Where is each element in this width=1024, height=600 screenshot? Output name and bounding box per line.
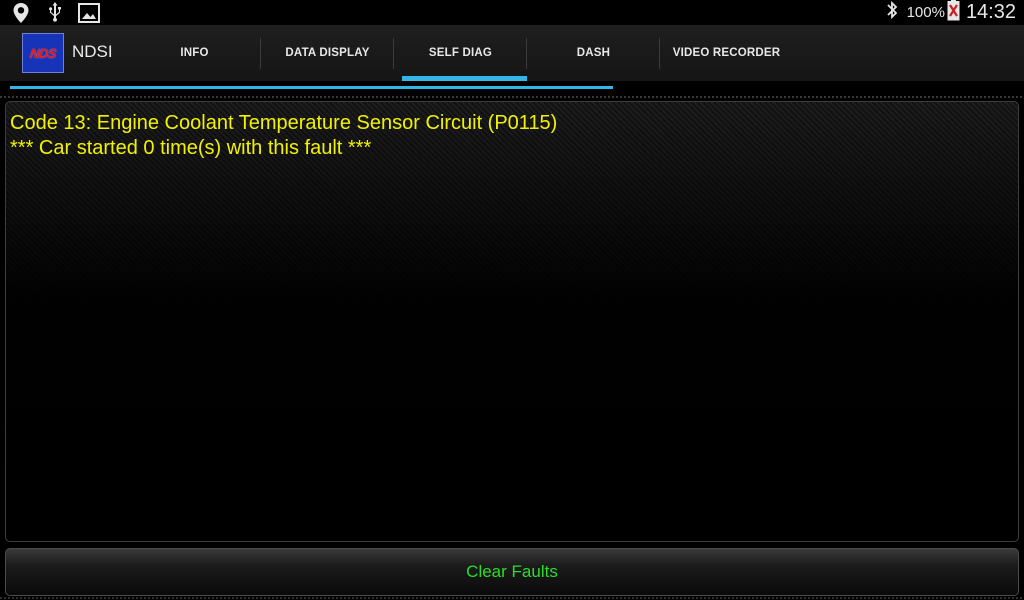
tab-data-display[interactable]: DATA DISPLAY (261, 25, 394, 81)
fault-count-line: *** Car started 0 time(s) with this faul… (10, 137, 372, 159)
tab-info[interactable]: INFO (128, 25, 261, 81)
location-icon (10, 2, 32, 23)
app-logo-text: NDS (28, 45, 58, 61)
tab-self-diag[interactable]: SELF DIAG (394, 25, 527, 81)
clear-faults-button[interactable]: Clear Faults (5, 548, 1019, 596)
fault-panel[interactable]: Code 13: Engine Coolant Temperature Sens… (5, 101, 1019, 542)
clear-faults-label: Clear Faults (466, 562, 558, 581)
action-bar: NDS NDSI INFO DATA DISPLAY SELF DIAG DAS… (0, 25, 1024, 81)
tab-label: DATA DISPLAY (285, 47, 370, 59)
battery-icon (947, 0, 960, 26)
tab-label: INFO (180, 47, 209, 59)
app-logo[interactable]: NDS (22, 33, 64, 73)
tab-label: SELF DIAG (428, 47, 493, 59)
bottom-divider (0, 597, 1024, 599)
tab-label: VIDEO RECORDER (672, 47, 781, 59)
selected-tab-indicator (402, 76, 527, 81)
system-icons: 100% 14:32 (885, 0, 1016, 25)
tab-scroll-indicator (10, 86, 613, 89)
battery-percentage: 100% (906, 4, 945, 21)
gallery-icon (78, 2, 100, 23)
status-bar: 100% 14:32 (0, 0, 1024, 25)
usb-icon (44, 2, 66, 23)
notification-icons (10, 2, 100, 23)
bluetooth-icon (885, 0, 899, 25)
tab-dash[interactable]: DASH (527, 25, 660, 81)
tab-video-recorder[interactable]: VIDEO RECORDER (660, 25, 793, 81)
divider (0, 96, 1024, 98)
app-title: NDSI (72, 42, 113, 61)
fault-code-line: Code 13: Engine Coolant Temperature Sens… (10, 112, 558, 134)
tab-label: DASH (576, 47, 611, 59)
screen: 100% 14:32 NDS NDSI INFO DATA DISPLAY SE… (0, 0, 1024, 600)
clock: 14:32 (965, 1, 1016, 23)
